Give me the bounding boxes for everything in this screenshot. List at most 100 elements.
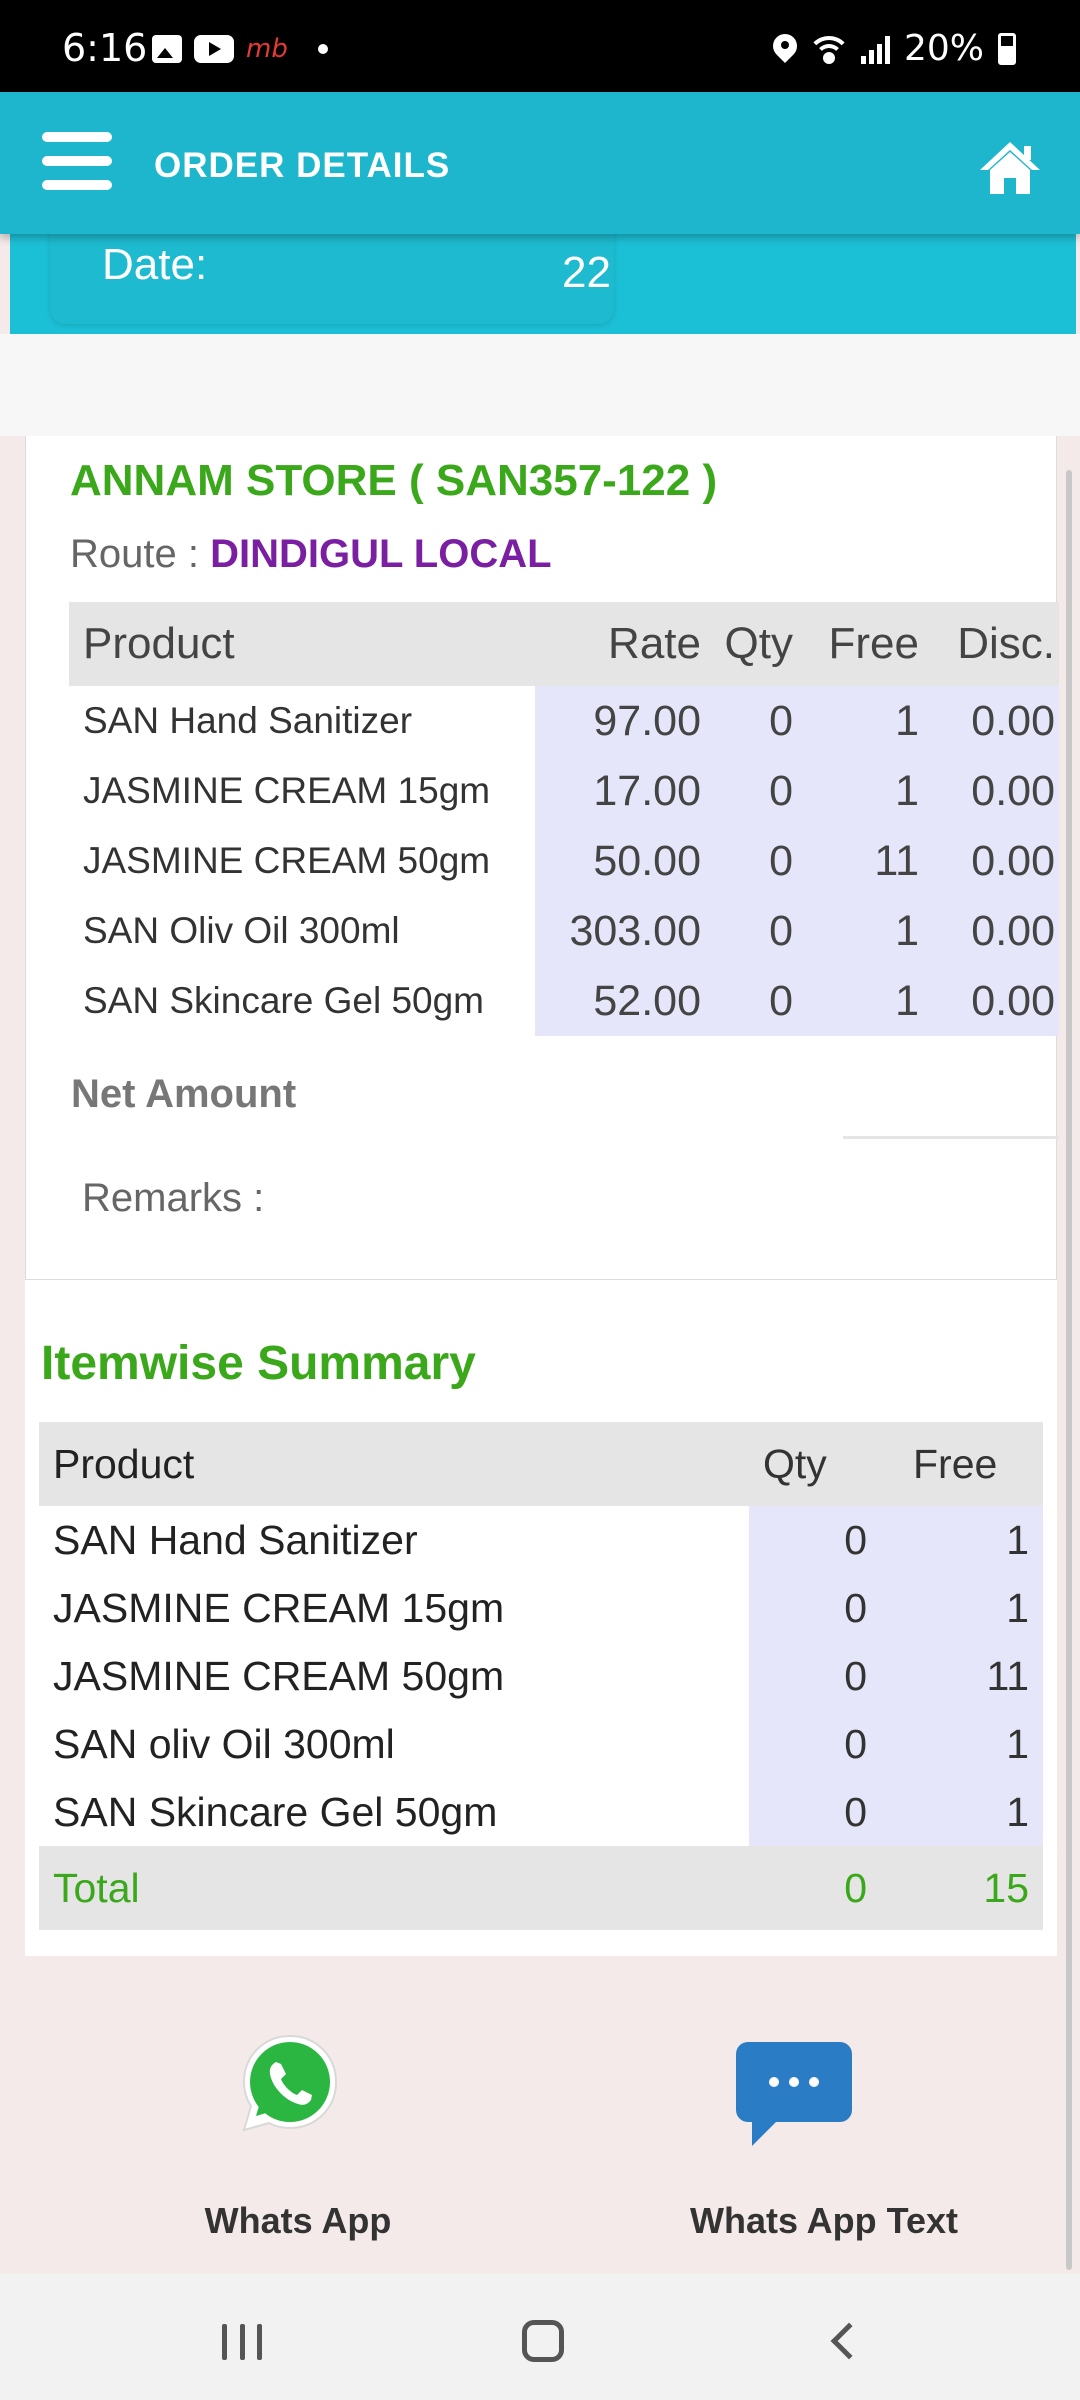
qty-cell: 0 xyxy=(749,1778,883,1846)
free-cell: 1 xyxy=(797,756,923,826)
table-row: SAN Hand Sanitizer 97.00 0 1 0.00 xyxy=(69,686,1059,756)
free-cell: 1 xyxy=(883,1710,1043,1778)
qty-cell: 0 xyxy=(749,1574,883,1642)
column-header-free: Free xyxy=(828,619,919,668)
carrier-badge: mb xyxy=(246,34,288,64)
navigation-bar xyxy=(0,2274,1080,2400)
order-table-header: Product Rate Qty Free Disc. xyxy=(69,602,1059,686)
rate-cell: 17.00 xyxy=(535,756,705,826)
whatsapp-share-button[interactable]: Whats App xyxy=(160,2030,436,2241)
date-field[interactable]: Date: 22 xyxy=(50,224,614,324)
store-name: ANNAM STORE ( SAN357-122 ) xyxy=(70,456,718,505)
summary-title: Itemwise Summary xyxy=(41,1337,476,1390)
product-cell: SAN Hand Sanitizer xyxy=(83,700,413,741)
table-row: JASMINE CREAM 50gm 50.00 0 11 0.00 xyxy=(69,826,1059,896)
total-free: 15 xyxy=(983,1864,1029,1911)
wifi-icon xyxy=(810,34,847,64)
spacer xyxy=(0,334,1080,436)
total-qty: 0 xyxy=(844,1864,867,1911)
chat-bubble-icon xyxy=(736,2042,852,2146)
rate-cell: 52.00 xyxy=(535,966,705,1036)
gallery-icon xyxy=(152,35,182,63)
column-header-product: Product xyxy=(53,1440,195,1487)
column-header-product: Product xyxy=(83,619,235,668)
signal-icon xyxy=(860,34,890,64)
recent-apps-icon[interactable] xyxy=(222,2324,262,2360)
qty-cell: 0 xyxy=(749,1506,883,1574)
free-cell: 1 xyxy=(883,1778,1043,1846)
rate-cell: 50.00 xyxy=(535,826,705,896)
column-header-rate: Rate xyxy=(608,619,701,668)
page-title: ORDER DETAILS xyxy=(154,146,451,185)
net-amount-divider xyxy=(843,1136,1059,1139)
more-notifications-dot-icon xyxy=(317,44,328,54)
product-cell: SAN Hand Sanitizer xyxy=(53,1516,418,1563)
column-header-free: Free xyxy=(913,1440,998,1487)
summary-table: Product Qty Free SAN Hand Sanitizer 0 1 … xyxy=(39,1422,1043,1930)
qty-cell: 0 xyxy=(705,686,797,756)
free-cell: 1 xyxy=(797,966,923,1036)
table-row: SAN oliv Oil 300ml 0 1 xyxy=(39,1710,1043,1778)
whatsapp-text-share-button[interactable]: Whats App Text xyxy=(690,2030,990,2241)
location-icon xyxy=(773,34,797,64)
date-label: Date: xyxy=(102,240,208,289)
product-cell: SAN Oliv Oil 300ml xyxy=(83,910,400,951)
product-cell: JASMINE CREAM 15gm xyxy=(83,770,491,811)
product-cell: SAN Skincare Gel 50gm xyxy=(53,1788,498,1835)
route-label: Route : xyxy=(70,532,211,576)
system-icons: 20% xyxy=(773,28,1016,69)
product-cell: SAN Skincare Gel 50gm xyxy=(83,980,485,1021)
menu-icon[interactable] xyxy=(42,132,112,190)
whatsapp-icon xyxy=(242,2034,338,2132)
back-icon[interactable] xyxy=(830,2322,868,2360)
column-header-qty: Qty xyxy=(724,619,793,668)
qty-cell: 0 xyxy=(705,896,797,966)
table-row: SAN Oliv Oil 300ml 303.00 0 1 0.00 xyxy=(69,896,1059,966)
summary-table-body: SAN Hand Sanitizer 0 1 JASMINE CREAM 15g… xyxy=(39,1506,1043,1846)
qty-cell: 0 xyxy=(705,756,797,826)
table-row: JASMINE CREAM 15gm 17.00 0 1 0.00 xyxy=(69,756,1059,826)
qty-cell: 0 xyxy=(705,826,797,896)
date-value: 22 xyxy=(562,248,611,297)
table-row: JASMINE CREAM 15gm 0 1 xyxy=(39,1574,1043,1642)
home-icon[interactable] xyxy=(978,140,1042,196)
net-amount-label: Net Amount xyxy=(71,1072,297,1116)
date-strip: Date: 22 xyxy=(10,224,1076,334)
free-cell: 1 xyxy=(883,1574,1043,1642)
battery-percent: 20% xyxy=(903,28,984,69)
column-header-qty: Qty xyxy=(763,1440,827,1487)
home-button-icon[interactable] xyxy=(522,2320,564,2362)
disc-cell: 0.00 xyxy=(923,686,1059,756)
disc-cell: 0.00 xyxy=(923,896,1059,966)
free-cell: 1 xyxy=(797,896,923,966)
net-amount-row: Net Amount xyxy=(69,1050,1059,1140)
disc-cell: 0.00 xyxy=(923,966,1059,1036)
itemwise-summary-card: Itemwise Summary Product Qty Free SAN Ha… xyxy=(25,1280,1057,1956)
rate-cell: 303.00 xyxy=(535,896,705,966)
product-cell: JASMINE CREAM 15gm xyxy=(53,1584,505,1631)
qty-cell: 0 xyxy=(749,1710,883,1778)
product-cell: SAN oliv Oil 300ml xyxy=(53,1720,395,1767)
scrollbar[interactable] xyxy=(1066,470,1072,2270)
status-bar: 6:16 mb 20% xyxy=(0,0,1080,92)
product-cell: JASMINE CREAM 50gm xyxy=(53,1652,505,1699)
route-value: DINDIGUL LOCAL xyxy=(210,532,552,576)
app-bar: ORDER DETAILS xyxy=(0,92,1080,234)
summary-total-row: Total 0 15 xyxy=(39,1846,1043,1930)
remarks-label: Remarks : xyxy=(82,1176,265,1220)
youtube-icon xyxy=(194,35,234,63)
free-cell: 11 xyxy=(797,826,923,896)
free-cell: 1 xyxy=(883,1506,1043,1574)
rate-cell: 97.00 xyxy=(535,686,705,756)
battery-icon xyxy=(998,32,1016,65)
disc-cell: 0.00 xyxy=(923,756,1059,826)
table-row: JASMINE CREAM 50gm 0 11 xyxy=(39,1642,1043,1710)
order-card: ANNAM STORE ( SAN357-122 ) Route : DINDI… xyxy=(25,436,1059,1280)
free-cell: 11 xyxy=(883,1642,1043,1710)
product-cell: JASMINE CREAM 50gm xyxy=(83,840,491,881)
order-table: Product Rate Qty Free Disc. SAN Hand San… xyxy=(69,602,1059,1036)
free-cell: 1 xyxy=(797,686,923,756)
status-time: 6:16 xyxy=(62,26,148,70)
total-label: Total xyxy=(53,1864,140,1911)
whatsapp-text-label: Whats App Text xyxy=(690,2200,958,2241)
